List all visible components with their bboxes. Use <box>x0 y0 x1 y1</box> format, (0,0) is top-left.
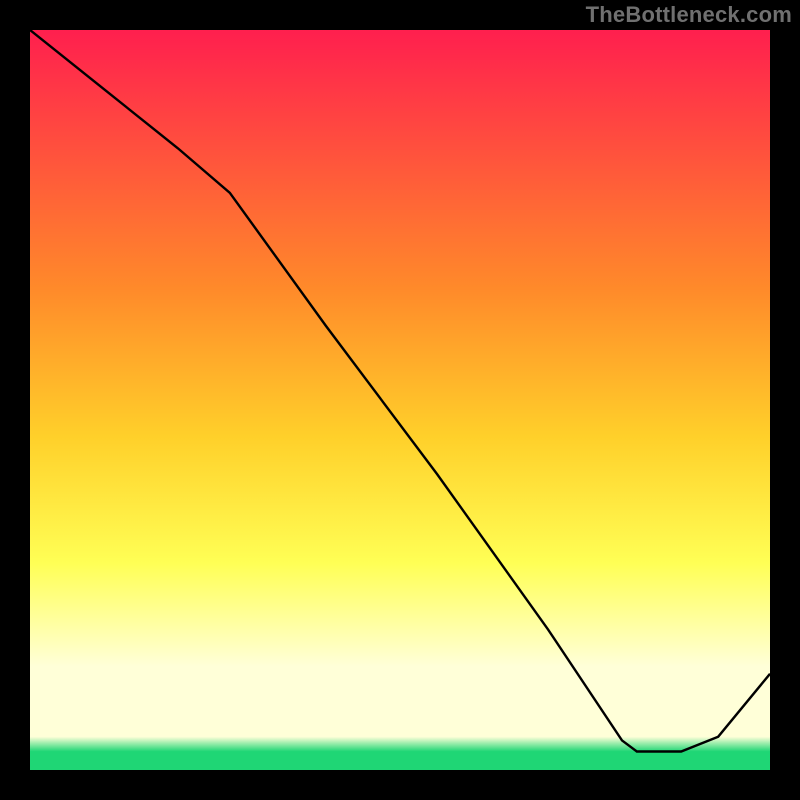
border-right <box>770 0 800 800</box>
plot-area <box>30 30 770 770</box>
chart-frame: TheBottleneck.com <box>0 0 800 800</box>
bottleneck-curve <box>30 30 770 770</box>
border-left <box>0 0 30 800</box>
watermark-text: TheBottleneck.com <box>586 2 792 28</box>
border-bottom <box>0 770 800 800</box>
